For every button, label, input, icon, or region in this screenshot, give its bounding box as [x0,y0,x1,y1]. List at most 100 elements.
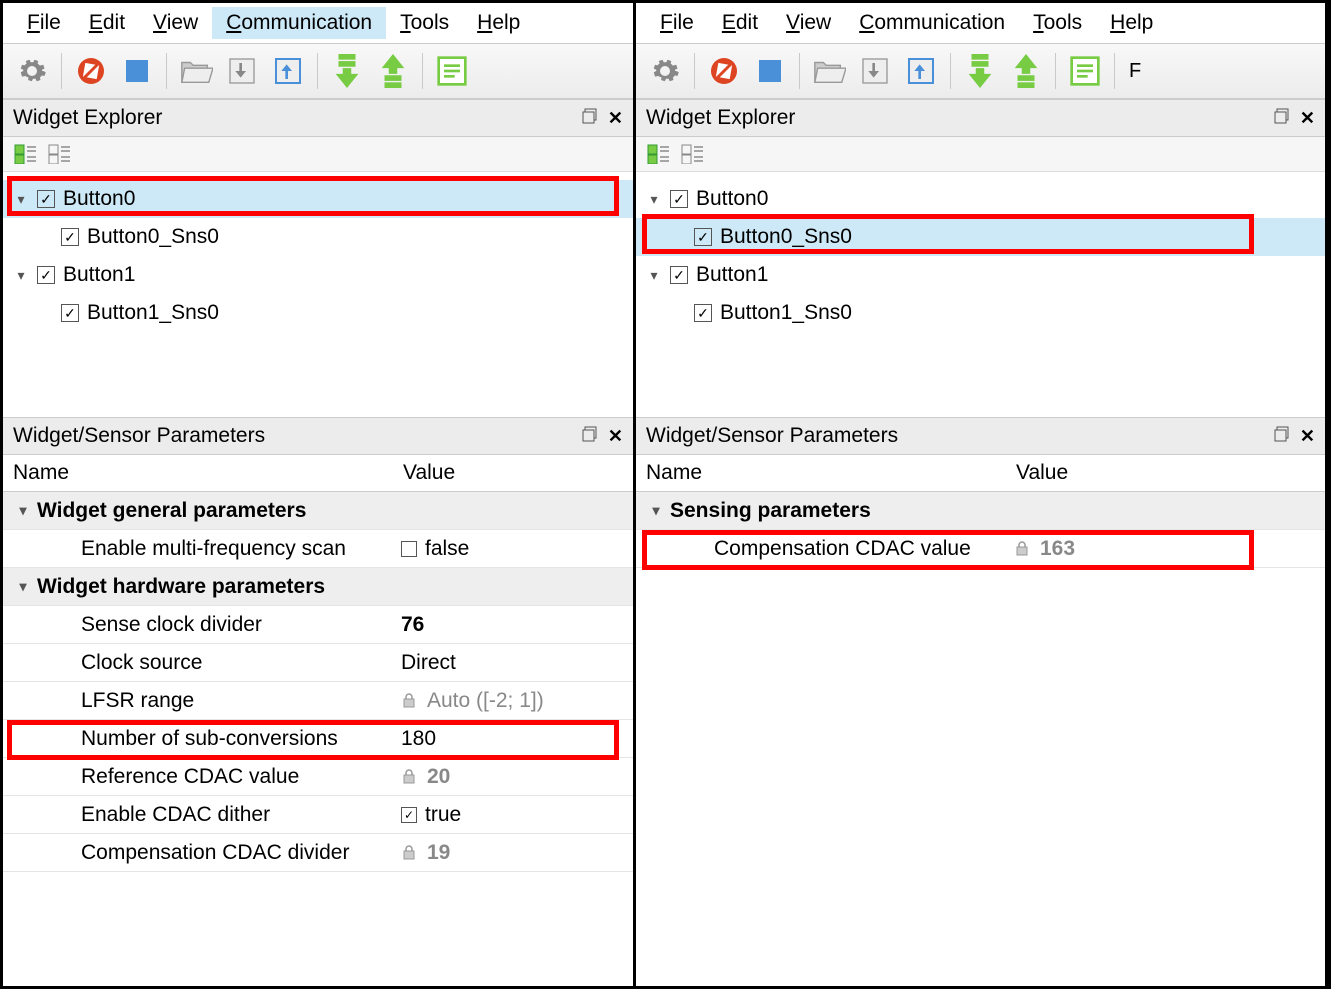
restore-icon[interactable] [1274,106,1290,130]
param-comp-cdac[interactable]: Compensation CDAC value 163 [636,530,1325,568]
col-name: Name [3,455,393,491]
param-dither[interactable]: Enable CDAC dither true [3,796,633,834]
gear-icon[interactable] [644,50,686,92]
tree-item-button0-sns0[interactable]: Button0_Sns0 [636,218,1325,256]
param-group-hardware[interactable]: Widget hardware parameters [3,568,633,606]
check-all-icon[interactable] [646,143,672,165]
tree-item-button1-sns0[interactable]: Button1_Sns0 [636,294,1325,332]
menu-file[interactable]: File [13,7,75,39]
menu-edit[interactable]: Edit [708,7,772,39]
widget-explorer-title: Widget Explorer [646,106,795,130]
list-green-icon[interactable] [431,50,473,92]
chevron-down-icon[interactable] [646,191,662,208]
upload-icon[interactable] [900,50,942,92]
arrow-down-green-icon[interactable] [326,50,368,92]
menu-tools[interactable]: Tools [1019,7,1096,39]
param-columns: Name Value [636,455,1325,492]
disconnect-icon[interactable] [70,50,112,92]
checkbox[interactable] [694,304,712,322]
checkbox[interactable] [670,266,688,284]
restore-icon[interactable] [582,106,598,130]
tree-item-button1[interactable]: Button1 [636,256,1325,294]
col-value: Value [393,455,633,491]
param-ref-cdac[interactable]: Reference CDAC value 20 [3,758,633,796]
tree-item-button0[interactable]: Button0 [636,180,1325,218]
menu-view[interactable]: View [139,7,212,39]
arrow-up-green-icon[interactable] [1005,50,1047,92]
col-name: Name [636,455,1006,491]
uncheck-all-icon[interactable] [47,143,73,165]
params-title: Widget/Sensor Parameters [13,424,265,448]
disconnect-icon[interactable] [703,50,745,92]
chevron-down-icon[interactable] [15,578,31,595]
stop-icon[interactable] [116,50,158,92]
menubar-right: File Edit View Communication Tools Help [636,3,1325,43]
menu-tools[interactable]: Tools [386,7,463,39]
tree-item-button1[interactable]: Button1 [3,256,633,294]
arrow-up-green-icon[interactable] [372,50,414,92]
upload-icon[interactable] [267,50,309,92]
close-icon[interactable]: ✕ [1300,426,1315,447]
checkbox-unchecked[interactable] [401,541,417,557]
checkbox[interactable] [61,304,79,322]
tree-item-button0-sns0[interactable]: Button0_Sns0 [3,218,633,256]
download-icon[interactable] [854,50,896,92]
lock-icon [401,844,419,862]
lock-icon [401,692,419,710]
checkbox[interactable] [37,190,55,208]
check-all-icon[interactable] [13,143,39,165]
list-green-icon[interactable] [1064,50,1106,92]
open-folder-icon[interactable] [175,50,217,92]
param-lfsr[interactable]: LFSR range Auto ([-2; 1]) [3,682,633,720]
param-group-general[interactable]: Widget general parameters [3,492,633,530]
param-multi-freq[interactable]: Enable multi-frequency scan false [3,530,633,568]
param-clock-source[interactable]: Clock source Direct [3,644,633,682]
menu-help[interactable]: Help [463,7,534,39]
params-title: Widget/Sensor Parameters [646,424,898,448]
close-icon[interactable]: ✕ [608,108,623,129]
menu-file[interactable]: File [646,7,708,39]
uncheck-all-icon[interactable] [680,143,706,165]
param-subconv[interactable]: Number of sub-conversions 180 [3,720,633,758]
toolbar-right: F [636,43,1325,99]
chevron-down-icon[interactable] [13,191,29,208]
col-value: Value [1006,455,1325,491]
checkbox[interactable] [694,228,712,246]
stop-icon[interactable] [749,50,791,92]
menu-communication[interactable]: Communication [212,7,386,39]
param-cdac-divider[interactable]: Compensation CDAC divider 19 [3,834,633,872]
open-folder-icon[interactable] [808,50,850,92]
checkbox[interactable] [37,266,55,284]
checkbox[interactable] [61,228,79,246]
params-header-left: Widget/Sensor Parameters ✕ [3,417,633,455]
widget-explorer-header-right: Widget Explorer ✕ [636,99,1325,137]
arrow-down-green-icon[interactable] [959,50,1001,92]
menu-edit[interactable]: Edit [75,7,139,39]
tree-item-button1-sns0[interactable]: Button1_Sns0 [3,294,633,332]
widget-explorer-title: Widget Explorer [13,106,162,130]
widget-tree-right: Button0 Button0_Sns0 Button1 Button1_Sns… [636,172,1325,417]
chevron-down-icon[interactable] [648,502,664,519]
menu-help[interactable]: Help [1096,7,1167,39]
param-columns: Name Value [3,455,633,492]
chevron-down-icon[interactable] [15,502,31,519]
widget-tree-left: Button0 Button0_Sns0 Button1 Button1_Sns… [3,172,633,417]
param-sense-clock[interactable]: Sense clock divider 76 [3,606,633,644]
chevron-down-icon[interactable] [13,267,29,284]
close-icon[interactable]: ✕ [608,426,623,447]
gear-icon[interactable] [11,50,53,92]
lock-icon [401,768,419,786]
restore-icon[interactable] [582,424,598,448]
menu-view[interactable]: View [772,7,845,39]
download-icon[interactable] [221,50,263,92]
lock-icon [1014,540,1032,558]
restore-icon[interactable] [1274,424,1290,448]
checkbox[interactable] [670,190,688,208]
close-icon[interactable]: ✕ [1300,108,1315,129]
toolbar-left [3,43,633,99]
chevron-down-icon[interactable] [646,267,662,284]
tree-item-button0[interactable]: Button0 [3,180,633,218]
menu-communication[interactable]: Communication [845,7,1019,39]
param-group-sensing[interactable]: Sensing parameters [636,492,1325,530]
checkbox-checked[interactable] [401,807,417,823]
